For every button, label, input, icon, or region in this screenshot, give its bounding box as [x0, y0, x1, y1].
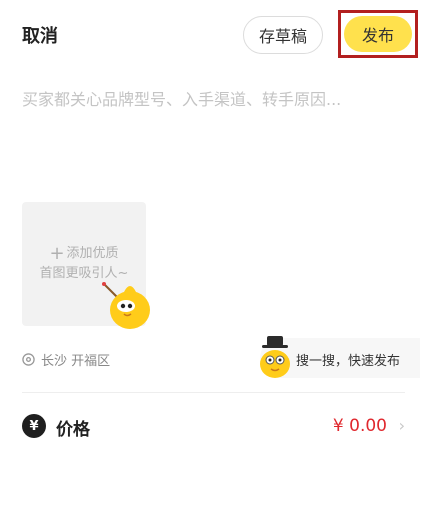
mascot-detective-icon: [260, 336, 290, 378]
location-selector[interactable]: 长沙 开福区: [22, 350, 110, 369]
location-text: 长沙 开福区: [41, 354, 111, 369]
quick-publish-text: 搜一搜，快速发布: [296, 354, 401, 369]
price-value[interactable]: ¥ 0.00: [333, 416, 387, 436]
publish-button[interactable]: 发布: [344, 16, 412, 52]
description-input[interactable]: 买家都关心品牌型号、入手渠道、转手原因...: [22, 86, 341, 110]
price-icon: ¥: [22, 414, 46, 438]
mascot-teacher-icon: [102, 282, 150, 329]
plus-icon: +: [49, 243, 65, 264]
divider: [22, 392, 405, 393]
price-label[interactable]: 价格: [56, 415, 90, 440]
upload-label-line1: 添加优质: [66, 246, 119, 261]
chevron-right-icon[interactable]: ›: [399, 416, 405, 435]
location-pin-icon: [22, 353, 35, 366]
cancel-button[interactable]: 取消: [22, 22, 58, 48]
save-draft-button[interactable]: 存草稿: [243, 16, 323, 54]
